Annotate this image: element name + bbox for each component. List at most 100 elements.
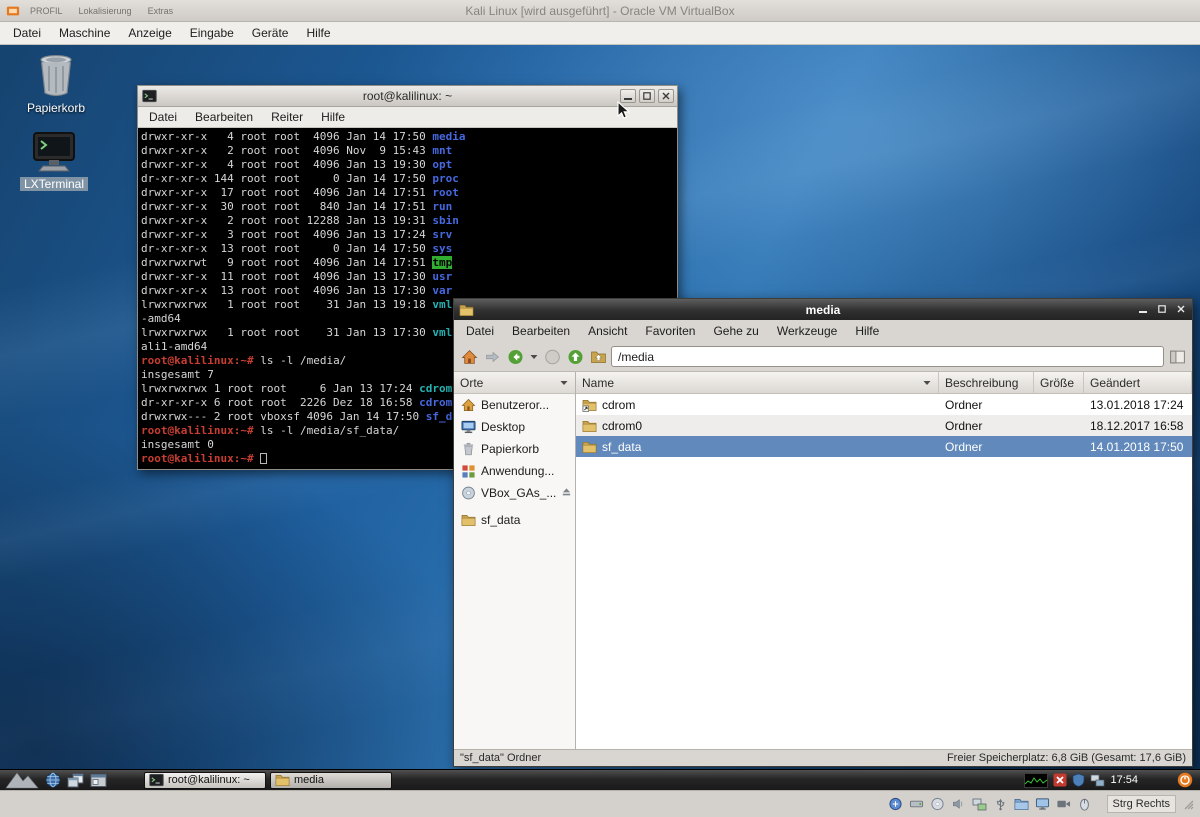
- file-description: Ordner: [945, 419, 982, 433]
- place-item-vbox-gas[interactable]: VBox_GAs_...: [454, 482, 575, 504]
- terminal-text-segment: drwxr-xr-x 4 root root 4096 Jan 13 19:30: [141, 158, 432, 171]
- parent-folder-button[interactable]: [588, 345, 608, 369]
- column-label: Beschreibung: [945, 376, 1018, 390]
- menu-launcher[interactable]: [2, 770, 42, 790]
- panes2-launcher[interactable]: [87, 770, 110, 790]
- column-header-beschreibung[interactable]: Beschreibung: [939, 372, 1034, 393]
- address-bar-input[interactable]: [611, 346, 1164, 367]
- minimize-button[interactable]: [620, 89, 636, 103]
- fm-menu-item-gehe-zu[interactable]: Gehe zu: [704, 322, 767, 340]
- sharedfolder-icon[interactable]: [1013, 796, 1030, 813]
- terminal-menu-item-bearbeiten[interactable]: Bearbeiten: [186, 108, 262, 126]
- place-item-anwendung[interactable]: Anwendung...: [454, 460, 575, 482]
- eject-button[interactable]: [561, 486, 572, 500]
- fm-menu-item-werkzeuge[interactable]: Werkzeuge: [768, 322, 846, 340]
- audio-icon[interactable]: [950, 796, 967, 813]
- file-name: cdrom: [602, 398, 635, 412]
- network-tray-icon[interactable]: [1090, 774, 1105, 787]
- terminal-menu-item-reiter[interactable]: Reiter: [262, 108, 312, 126]
- close-button[interactable]: [658, 89, 674, 103]
- fm-menu-item-favoriten[interactable]: Favoriten: [636, 322, 704, 340]
- column-header-name[interactable]: Name: [576, 372, 939, 393]
- terminal-text-segment: drwxr-xr-x 13 root root 4096 Jan 13 17:3…: [141, 284, 432, 297]
- taskbar-launchers: [2, 770, 110, 790]
- maximize-button[interactable]: [1154, 302, 1169, 316]
- vbox-menu-item-ger-te[interactable]: Geräte: [243, 24, 298, 42]
- fm-list-body[interactable]: cdromOrdner13.01.2018 17:24 cdrom0 Ordner 1…: [576, 394, 1192, 457]
- cd-icon[interactable]: [929, 796, 946, 813]
- desktop[interactable]: Papierkorb LXTerminal root@kalilinux: ~: [0, 45, 1200, 769]
- pane-toggle-button[interactable]: [1167, 345, 1187, 369]
- maximize-button[interactable]: [639, 89, 655, 103]
- fm-menu-item-bearbeiten[interactable]: Bearbeiten: [503, 322, 579, 340]
- red-x-icon[interactable]: [1053, 773, 1067, 787]
- fm-titlebar[interactable]: media: [454, 299, 1192, 320]
- file-name: cdrom0: [602, 419, 642, 433]
- place-item-sf-data[interactable]: sf_data: [454, 509, 575, 531]
- cdrom-icon: [461, 486, 476, 500]
- cell-description: Ordner: [939, 415, 1034, 436]
- record-icon[interactable]: [1055, 796, 1072, 813]
- go-forward-button[interactable]: [482, 345, 502, 369]
- network-icon[interactable]: [971, 796, 988, 813]
- power-button[interactable]: [1177, 772, 1193, 788]
- minimize-button[interactable]: [1135, 302, 1150, 316]
- clock[interactable]: 17:54: [1110, 774, 1138, 786]
- display-icon[interactable]: [1034, 796, 1051, 813]
- taskbar: root@kalilinux: ~media 17:54: [0, 769, 1200, 790]
- terminal-window-title: root@kalilinux: ~: [138, 89, 677, 103]
- fm-sidebar: Orte Benutzeror...DesktopPapierkorbAnwen…: [454, 372, 576, 749]
- vbox-menu-item-eingabe[interactable]: Eingabe: [181, 24, 243, 42]
- column-label: Name: [582, 376, 614, 390]
- file-modified: 18.12.2017 16:58: [1090, 419, 1183, 433]
- terminal-menu-item-datei[interactable]: Datei: [140, 108, 186, 126]
- vbox-menu-item-datei[interactable]: Datei: [4, 24, 50, 42]
- terminal-line: drwxr-xr-x 2 root root 12288 Jan 13 19:3…: [141, 214, 677, 228]
- harddisk-icon[interactable]: [908, 796, 925, 813]
- close-button[interactable]: [1173, 302, 1188, 316]
- vbox-window-title: Kali Linux [wird ausgeführt] - Oracle VM…: [0, 4, 1200, 18]
- browser-launcher[interactable]: [42, 770, 64, 790]
- taskbar-window-media[interactable]: media: [270, 772, 392, 789]
- host-overlay: PROFILLokalisierungExtras: [30, 6, 173, 16]
- column-header-gr-e[interactable]: Größe: [1034, 372, 1084, 393]
- go-back-button[interactable]: [505, 345, 525, 369]
- mouse-icon[interactable]: [1076, 796, 1093, 813]
- place-item-desktop[interactable]: Desktop: [454, 416, 575, 438]
- panes-launcher[interactable]: [64, 770, 87, 790]
- file-row-cdrom0[interactable]: cdrom0 Ordner 18.12.2017 16:58: [576, 415, 1192, 436]
- cpu-graph-icon[interactable]: [1024, 773, 1048, 788]
- usb-icon[interactable]: [992, 796, 1009, 813]
- terminal-text-segment: usr: [432, 270, 452, 283]
- resize-grip[interactable]: [1182, 798, 1194, 810]
- desktop-icon-papierkorb[interactable]: Papierkorb: [14, 53, 98, 115]
- vbox-menu-item-anzeige[interactable]: Anzeige: [119, 24, 180, 42]
- history-dropdown-button[interactable]: [528, 345, 539, 369]
- fm-menu-item-datei[interactable]: Datei: [457, 322, 503, 340]
- features-icon[interactable]: [887, 796, 904, 813]
- fm-menu-item-hilfe[interactable]: Hilfe: [846, 322, 888, 340]
- taskbar-window-root-kalilinux[interactable]: root@kalilinux: ~: [144, 772, 266, 789]
- place-item-papierkorb[interactable]: Papierkorb: [454, 438, 575, 460]
- fm-list-header: Name Beschreibung GrößeGeändert: [576, 372, 1192, 394]
- fm-menu-item-ansicht[interactable]: Ansicht: [579, 322, 636, 340]
- file-row-cdrom[interactable]: cdromOrdner13.01.2018 17:24: [576, 394, 1192, 415]
- terminal-text-segment: drwxrwxrwt 9 root root 4096 Jan 14 17:51: [141, 256, 432, 269]
- column-header-ge-ndert[interactable]: Geändert: [1084, 372, 1192, 393]
- vbox-menu-item-hilfe[interactable]: Hilfe: [297, 24, 339, 42]
- terminal-line: drwxr-xr-x 4 root root 4096 Jan 13 19:30…: [141, 158, 677, 172]
- stop-button[interactable]: [542, 345, 562, 369]
- cell-modified: 18.12.2017 16:58: [1084, 415, 1192, 436]
- place-item-benutzeror[interactable]: Benutzeror...: [454, 394, 575, 416]
- vbox-titlebar[interactable]: PROFILLokalisierungExtras Kali Linux [wi…: [0, 0, 1200, 22]
- vbox-menu-item-maschine[interactable]: Maschine: [50, 24, 119, 42]
- places-header[interactable]: Orte: [454, 372, 575, 394]
- go-up-button[interactable]: [565, 345, 585, 369]
- shield-icon[interactable]: [1072, 773, 1085, 787]
- desktop-icon-lxterminal[interactable]: LXTerminal: [12, 131, 96, 191]
- terminal-text-segment: root: [432, 186, 459, 199]
- file-row-sf-data[interactable]: sf_dataOrdner14.01.2018 17:50: [576, 436, 1192, 457]
- terminal-menu-item-hilfe[interactable]: Hilfe: [312, 108, 354, 126]
- go-home-button[interactable]: [459, 345, 479, 369]
- terminal-titlebar[interactable]: root@kalilinux: ~: [138, 86, 677, 107]
